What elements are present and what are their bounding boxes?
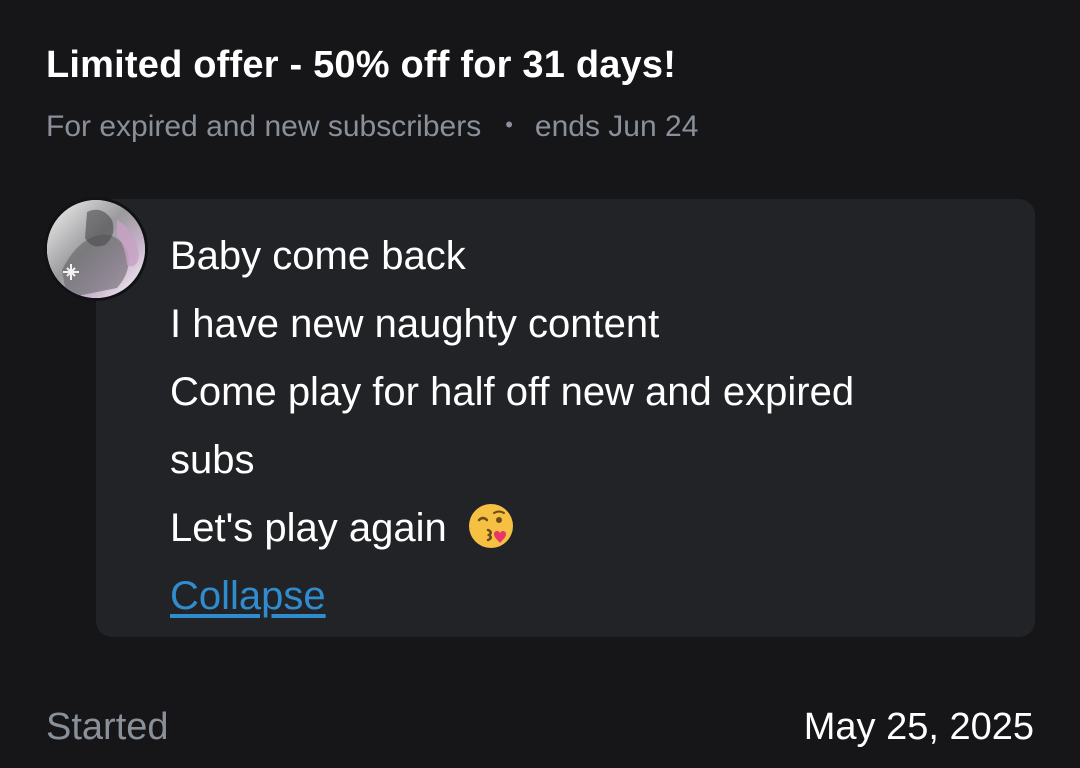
profile-avatar-icon: [47, 200, 145, 298]
promotion-panel: Limited offer - 50% off for 31 days! For…: [0, 0, 1080, 768]
offer-end-date: ends Jun 24: [534, 110, 699, 143]
avatar[interactable]: [44, 197, 148, 301]
message-line: Baby come back: [170, 234, 466, 278]
started-label: Started: [46, 706, 169, 748]
offer-title: Limited offer - 50% off for 31 days!: [46, 44, 677, 86]
started-date: May 25, 2025: [803, 706, 1034, 748]
meta-separator: •: [505, 112, 513, 137]
message-line: Come play for half off new and expired: [170, 370, 855, 414]
collapse-link[interactable]: Collapse: [170, 574, 326, 618]
message-line-with-emoji: Let's play again: [170, 494, 854, 562]
message-line: I have new naughty content: [170, 302, 660, 346]
collapse-row: Collapse: [170, 562, 854, 630]
offer-meta: For expired and new subscribers • ends J…: [46, 110, 698, 144]
message-line: subs: [170, 438, 255, 482]
face-blowing-a-kiss-icon: [466, 501, 516, 551]
message-body: Baby come back I have new naughty conten…: [170, 222, 854, 630]
message-line: Let's play again: [170, 506, 447, 550]
offer-audience: For expired and new subscribers: [46, 110, 482, 143]
avatar-image: [47, 200, 145, 298]
